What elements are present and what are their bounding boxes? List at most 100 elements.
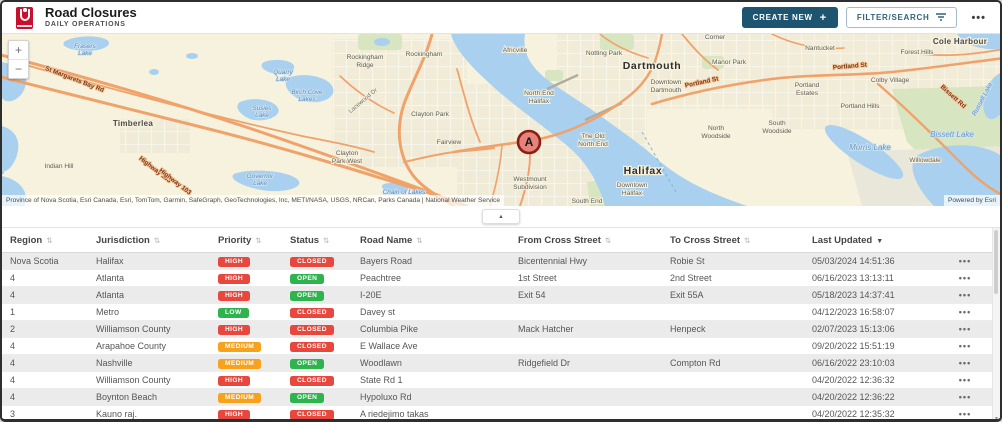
cell-jurisdiction: Halifax — [96, 256, 124, 266]
sort-icon: ⇅ — [604, 235, 612, 245]
page-title: Road Closures — [45, 5, 137, 20]
sort-icon: ⇅ — [153, 235, 161, 245]
column-header-to-cross-street[interactable]: To Cross Street ⇅ — [670, 235, 812, 246]
filter-search-label: FILTER/SEARCH — [856, 13, 930, 22]
cell-priority: HIGH — [218, 272, 290, 285]
map-label: Woodside — [762, 128, 792, 135]
map-label: Fairview — [437, 139, 462, 146]
filter-icon — [936, 13, 947, 21]
table-row[interactable]: 4 Boynton Beach MEDIUM OPEN Hypoluxo Rd 04/20… — [2, 389, 1000, 406]
cell-priority: HIGH — [218, 323, 290, 336]
header-more-menu[interactable]: ••• — [971, 12, 986, 23]
map-label: Forest Hills — [901, 49, 935, 56]
map-label: Westmount — [513, 176, 546, 183]
column-header-last-updated[interactable]: Last Updated ▼ — [812, 235, 944, 246]
sort-icon: ⇅ — [46, 235, 53, 245]
table-scrollbar[interactable]: ▼ — [992, 228, 1000, 419]
status-badge: CLOSED — [290, 256, 334, 268]
table-row[interactable]: 4 Williamson County HIGH CLOSED State Rd 1 04… — [2, 372, 1000, 389]
cell-from-cross-street: Ridgefield Dr — [518, 358, 571, 368]
map-zoom-control: + − — [8, 40, 29, 79]
cell-to-cross-street: Exit 55A — [670, 290, 704, 300]
create-new-button[interactable]: CREATE NEW + — [741, 7, 838, 28]
column-header-road-name[interactable]: Road Name ⇅ — [360, 235, 518, 246]
cell-to-cross-street: 2nd Street — [670, 273, 712, 283]
column-header-region[interactable]: Region ⇅ — [10, 235, 96, 246]
app-window: Road Closures DAILY OPERATIONS CREATE NE… — [0, 0, 1002, 422]
title-block: Road Closures DAILY OPERATIONS — [45, 5, 137, 29]
map-label: Halifax — [624, 165, 663, 177]
column-header-from-cross-street[interactable]: From Cross Street ⇅ — [518, 235, 670, 246]
zoom-in-button[interactable]: + — [9, 41, 28, 60]
status-badge: CLOSED — [290, 307, 334, 319]
cell-status: OPEN — [290, 357, 360, 370]
map-label: Morris Lake — [849, 143, 891, 152]
cell-last-updated: 04/20/2022 12:36:32 — [812, 375, 895, 385]
map-label: Corner — [705, 34, 726, 41]
map-label: Park West — [332, 158, 362, 165]
map-label: Clayton Park — [411, 111, 449, 118]
table-row[interactable]: 4 Atlanta HIGH OPEN I-20E Exit 54 Exit 55A 05/1… — [2, 287, 1000, 304]
column-header-jurisdiction[interactable]: Jurisdiction ⇅ — [96, 235, 218, 246]
cell-priority: MEDIUM — [218, 340, 290, 353]
map-label: Quarry — [273, 69, 293, 76]
cell-last-updated: 06/16/2022 23:10:03 — [812, 358, 895, 368]
map-label: The Old — [581, 133, 605, 140]
cell-last-updated: 06/16/2023 13:13:11 — [812, 273, 894, 283]
scrollbar-thumb[interactable] — [994, 230, 998, 294]
table-row[interactable]: 3 Kauno raj. HIGH CLOSED A riedejimo takas 04… — [2, 406, 1000, 419]
map-label: Ridge — [356, 62, 374, 69]
cell-priority: HIGH — [218, 374, 290, 387]
cell-region: 1 — [10, 307, 16, 317]
priority-badge: MEDIUM — [218, 341, 262, 353]
attribution-text: Province of Nova Scotia, Esri Canada, Es… — [2, 195, 505, 206]
map-label: Woodside — [701, 133, 731, 140]
cell-last-updated: 04/20/2022 12:35:32 — [812, 409, 895, 419]
map-label: Portland — [795, 82, 820, 89]
cell-road-name: Peachtree — [360, 273, 402, 283]
map-label: North — [708, 125, 724, 132]
table-row[interactable]: 4 Atlanta HIGH OPEN Peachtree 1st Street 2nd S… — [2, 270, 1000, 287]
table-row[interactable]: 2 Williamson County HIGH CLOSED Columbia Pik… — [2, 321, 1000, 338]
cell-status: CLOSED — [290, 408, 360, 419]
cell-jurisdiction: Boynton Beach — [96, 392, 158, 402]
map-label: Birch Cove — [291, 89, 323, 96]
filter-search-button[interactable]: FILTER/SEARCH — [845, 7, 958, 28]
zoom-out-button[interactable]: − — [9, 60, 28, 78]
map-label: Bissett Lake — [930, 130, 974, 139]
sort-icon: ⇅ — [255, 235, 262, 245]
map-canvas[interactable]: FrasersLakeBlack LakeIndian HillTimberle… — [2, 34, 1000, 206]
map-label: Manor Park — [712, 59, 747, 66]
cell-priority: MEDIUM — [218, 391, 290, 404]
status-badge: OPEN — [290, 273, 325, 285]
table-row[interactable]: 1 Metro LOW CLOSED Davey st 04/12/2023 16:58:… — [2, 304, 1000, 321]
cell-status: OPEN — [290, 272, 360, 285]
cell-jurisdiction: Atlanta — [96, 273, 125, 283]
cell-to-cross-street: Compton Rd — [670, 358, 721, 368]
map-label: Willowdale — [909, 157, 941, 164]
cell-region: 4 — [10, 358, 16, 368]
map-label: Portland Hills — [841, 103, 881, 110]
table-row[interactable]: 4 Arapahoe County MEDIUM CLOSED E Wallace Av… — [2, 338, 1000, 355]
road-closure-marker-icon[interactable]: A — [516, 129, 542, 155]
cell-road-name: Hypoluxo Rd — [360, 392, 412, 402]
cell-status: CLOSED — [290, 255, 360, 268]
scrollbar-down-arrow[interactable]: ▼ — [993, 416, 1000, 419]
cell-to-cross-street: Robie St — [670, 256, 705, 266]
cell-status: OPEN — [290, 391, 360, 404]
cell-jurisdiction: Kauno raj. — [96, 409, 138, 419]
cell-road-name: I-20E — [360, 290, 382, 300]
cell-region: 2 — [10, 324, 16, 334]
table-row[interactable]: 4 Nashville MEDIUM OPEN Woodlawn Ridgefield D… — [2, 355, 1000, 372]
cell-status: CLOSED — [290, 374, 360, 387]
map-label: Africville — [503, 47, 528, 54]
column-header-status[interactable]: Status ⇅ — [290, 235, 360, 246]
powered-by-esri: Powered by Esri — [943, 195, 1000, 206]
column-header-priority[interactable]: Priority ⇅ — [218, 235, 290, 246]
priority-badge: HIGH — [218, 409, 251, 419]
table-body: Nova Scotia Halifax HIGH CLOSED Bayers Road B… — [2, 253, 1000, 419]
collapse-panel-button[interactable]: ▲ — [482, 209, 520, 224]
table-row[interactable]: Nova Scotia Halifax HIGH CLOSED Bayers Road B… — [2, 253, 1000, 270]
map-label: Lake — [253, 180, 267, 187]
priority-badge: LOW — [218, 307, 249, 319]
